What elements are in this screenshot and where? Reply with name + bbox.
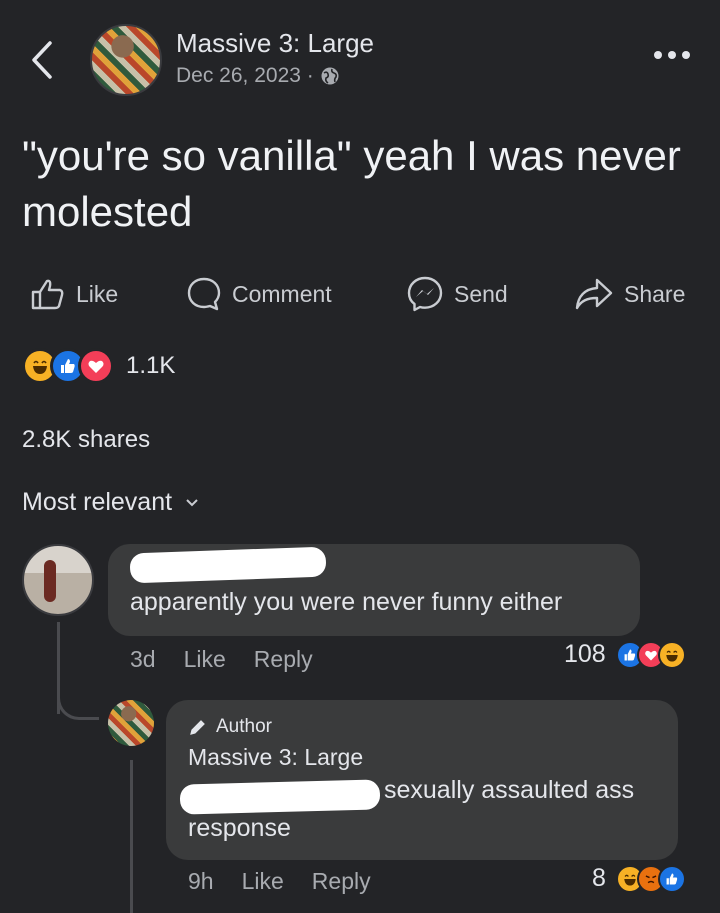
- share-arrow-icon: [575, 278, 613, 310]
- author-badge-label: Author: [216, 716, 272, 737]
- reply-author-name[interactable]: Massive 3: Large: [188, 744, 363, 771]
- send-label: Send: [454, 280, 508, 307]
- like-label: Like: [76, 280, 119, 307]
- post-date-text: Dec 26, 2023 ·: [176, 64, 314, 87]
- reply-meta: 9h Like Reply: [188, 868, 371, 895]
- send-button[interactable]: Send: [406, 270, 508, 318]
- like-reaction-icon: [657, 864, 686, 893]
- post-reaction-count: 1.1K: [126, 352, 176, 379]
- love-reaction-icon: [78, 348, 114, 384]
- reply-like-button[interactable]: Like: [242, 868, 284, 895]
- comment-text: apparently you were never funny either: [130, 588, 563, 616]
- reply-text-line1: sexually assaulted ass: [384, 776, 635, 804]
- post-reactions-summary[interactable]: 1.1K: [22, 348, 175, 384]
- pencil-icon: [190, 720, 205, 735]
- comment-bubble-icon: [187, 277, 221, 311]
- globe-icon: [321, 67, 339, 85]
- back-button[interactable]: [22, 36, 62, 84]
- post-author-name[interactable]: Massive 3: Large: [176, 28, 374, 59]
- like-button[interactable]: Like: [30, 270, 118, 318]
- reply-age: 9h: [188, 868, 214, 894]
- author-badge: Author: [188, 716, 272, 738]
- comment-reactions[interactable]: 108: [564, 640, 686, 669]
- post-action-bar: Like Comment Send Share: [0, 270, 720, 320]
- comment-reply-button[interactable]: Reply: [254, 646, 313, 673]
- haha-reaction-icon: [657, 640, 686, 669]
- share-button[interactable]: Share: [574, 270, 685, 318]
- post-share-count[interactable]: 2.8K shares: [22, 426, 150, 454]
- post-text: "you're so vanilla" yeah I was never mol…: [22, 132, 681, 235]
- reply-author-avatar[interactable]: [108, 700, 154, 746]
- back-chevron-icon: [32, 41, 52, 79]
- reply-reactions[interactable]: 8: [592, 864, 686, 893]
- author-avatar[interactable]: [90, 24, 162, 96]
- share-label: Share: [624, 280, 686, 307]
- comment-reaction-count: 108: [564, 640, 606, 668]
- messenger-icon: [407, 276, 443, 312]
- thread-line: [130, 760, 133, 913]
- thread-connector: [57, 680, 99, 720]
- like-thumb-icon: [31, 279, 64, 310]
- commenter-avatar[interactable]: [22, 544, 94, 616]
- comment-like-button[interactable]: Like: [184, 646, 226, 673]
- more-options-button[interactable]: [654, 44, 700, 66]
- reply-text-line2: response: [188, 814, 291, 842]
- comment-sort-dropdown[interactable]: Most relevant: [22, 488, 198, 517]
- comment-meta: 3d Like Reply: [130, 646, 313, 673]
- redacted-text: [179, 779, 381, 815]
- more-icon: [654, 51, 662, 59]
- comment-label: Comment: [232, 280, 332, 307]
- reply-reply-button[interactable]: Reply: [312, 868, 371, 895]
- comment-button[interactable]: Comment: [186, 270, 332, 318]
- comment-age: 3d: [130, 646, 156, 672]
- reply-reaction-count: 8: [592, 864, 606, 892]
- chevron-down-icon: [186, 498, 198, 506]
- sort-label: Most relevant: [22, 488, 173, 516]
- post-date: Dec 26, 2023 ·: [176, 64, 340, 88]
